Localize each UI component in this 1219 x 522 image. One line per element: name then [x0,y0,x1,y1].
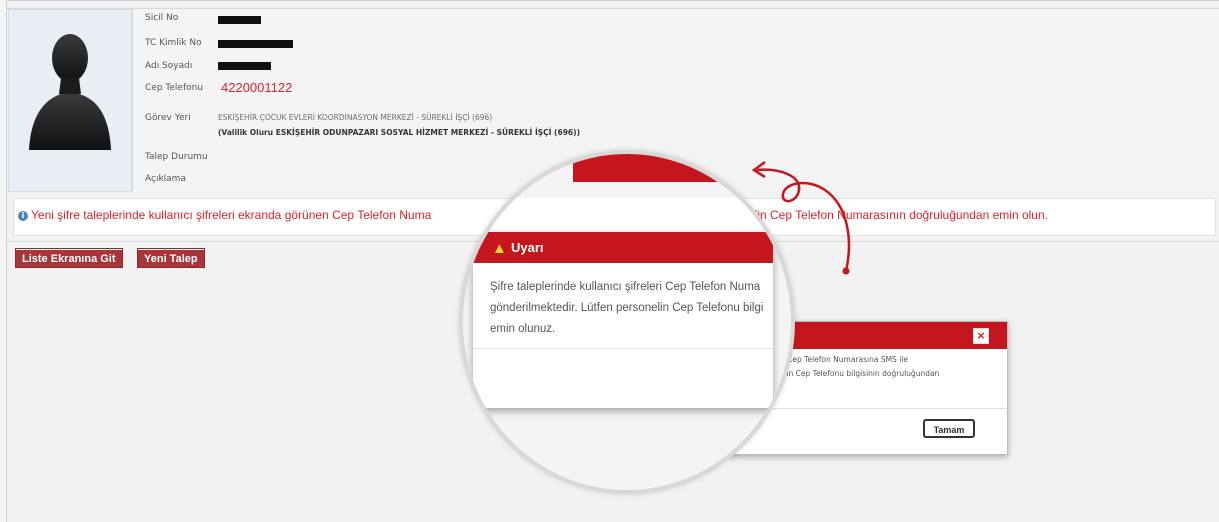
talep-durumu-label: Talep Durumu [145,152,208,162]
dialog-divider [473,348,773,349]
person-silhouette-icon [29,34,111,150]
info-icon: i [18,211,28,221]
warning-icon: ▲ [492,240,507,257]
cep-telefonu-label: Cep Telefonu [145,83,204,93]
aciklama-label: Açıklama [145,174,186,184]
dialog-text-line1: eri Cep Telefon Numarasına SMS ile [775,355,908,364]
redacted-sicil-no [218,16,261,24]
tc-kimlik-no-label: TC Kimlik No [145,38,202,48]
divider [132,9,133,192]
dialog-message: Şifre taleplerinde kullanıcı şifreleri C… [490,281,764,335]
magnified-warning-dialog: ▲ Uyarı Şifre taleplerinde kullanıcı şif… [473,232,773,408]
close-icon[interactable]: × [973,328,989,344]
curved-arrow-icon [751,160,851,275]
redacted-tc-kimlik-no [218,40,293,48]
info-text-left: Yeni şifre taleplerinde kullanıcı şifrel… [31,208,432,222]
dialog-title: Uyarı [511,240,544,255]
gorev-yeri-note: (Valilik Oluru ESKİŞEHİR ODUNPAZARI SOSY… [218,128,580,137]
avatar [8,9,132,192]
adi-soyadi-label: Adı Soyadı [145,61,193,71]
yeni-talep-button[interactable]: Yeni Talep [137,248,205,268]
dialog-text-line2: nelin Cep Telefonu bilgisinin doğruluğun… [775,369,940,378]
redacted-adi-soyadi [218,62,271,70]
phone-value: 4220001122 [221,80,293,95]
gorev-yeri-label: Görev Yeri [145,113,191,123]
sicil-no-label: Sicil No [145,13,179,23]
liste-ekranina-git-button[interactable]: Liste Ekranına Git [15,248,123,268]
gorev-yeri-value: ESKİŞEHİR ÇOCUK EVLERİ KOORDİNASYON MERK… [218,113,493,122]
tamam-button[interactable]: Tamam [923,419,975,438]
